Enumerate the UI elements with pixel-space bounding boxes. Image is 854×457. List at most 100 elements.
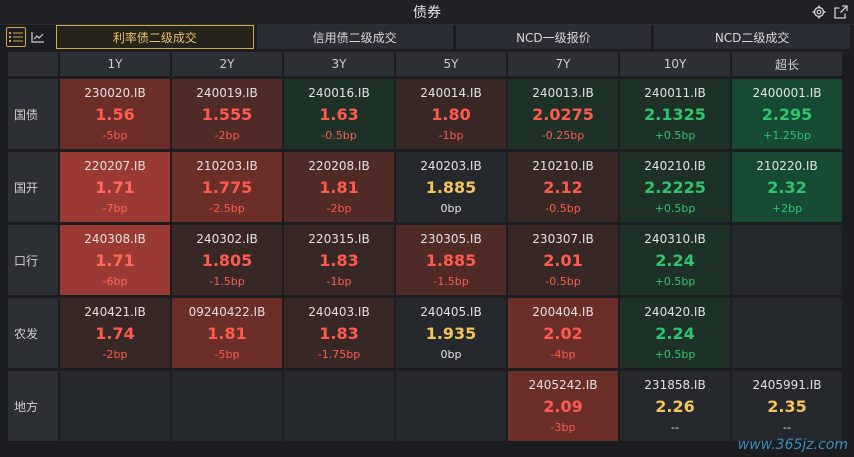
bond-change: -5bp xyxy=(214,348,240,361)
bond-cell[interactable]: 2405242.IB 2.09 -3bp xyxy=(508,371,618,441)
bond-yield: 1.80 xyxy=(431,105,471,124)
bond-yield: 2.32 xyxy=(767,178,807,197)
column-header[interactable]: 10Y xyxy=(620,52,730,76)
bond-cell[interactable]: 231858.IB 2.26 -- xyxy=(620,371,730,441)
bond-yield: 1.56 xyxy=(95,105,135,124)
bond-cell[interactable]: 230307.IB 2.01 -0.5bp xyxy=(508,225,618,295)
bond-cell[interactable]: 220208.IB 1.81 -2bp xyxy=(284,152,394,222)
bond-change: -1bp xyxy=(326,275,352,288)
bond-cell[interactable]: 240013.IB 2.0275 -0.25bp xyxy=(508,79,618,149)
column-header[interactable]: 1Y xyxy=(60,52,170,76)
bond-change: 0bp xyxy=(440,348,462,361)
bond-change: -0.5bp xyxy=(321,129,357,142)
column-header[interactable]: 3Y xyxy=(284,52,394,76)
bond-cell[interactable]: 230020.IB 1.56 -5bp xyxy=(60,79,170,149)
empty-cell xyxy=(732,298,842,368)
bond-yield: 1.74 xyxy=(95,324,135,343)
bond-cell[interactable]: 2405991.IB 2.35 -- xyxy=(732,371,842,441)
bond-cell[interactable]: 240019.IB 1.555 -2bp xyxy=(172,79,282,149)
empty-cell xyxy=(396,371,506,441)
bond-code: 240405.IB xyxy=(420,305,482,319)
column-header[interactable]: 超长 xyxy=(732,52,842,76)
bond-change: -- xyxy=(783,421,791,434)
bond-cell[interactable]: 220315.IB 1.83 -1bp xyxy=(284,225,394,295)
bond-yield: 1.63 xyxy=(319,105,359,124)
bond-code: 210210.IB xyxy=(532,159,594,173)
popout-icon[interactable] xyxy=(834,4,848,19)
bond-code: 210203.IB xyxy=(196,159,258,173)
row-header: 农发 xyxy=(8,298,58,368)
bond-code: 220315.IB xyxy=(308,232,370,246)
bond-cell[interactable]: 240405.IB 1.935 0bp xyxy=(396,298,506,368)
bond-yield: 1.83 xyxy=(319,324,359,343)
bond-yield: 2.24 xyxy=(655,324,695,343)
bond-yield: 2.12 xyxy=(543,178,583,197)
bond-code: 2405242.IB xyxy=(528,378,598,392)
bond-code: 220207.IB xyxy=(84,159,146,173)
bond-yield: 2.2225 xyxy=(644,178,706,197)
bond-cell[interactable]: 240302.IB 1.805 -1.5bp xyxy=(172,225,282,295)
bond-change: +0.5bp xyxy=(654,348,696,361)
bond-code: 230305.IB xyxy=(420,232,482,246)
bond-code: 2405991.IB xyxy=(752,378,822,392)
column-header[interactable]: 2Y xyxy=(172,52,282,76)
bond-cell[interactable]: 230305.IB 1.885 -1.5bp xyxy=(396,225,506,295)
bond-yield: 1.81 xyxy=(207,324,247,343)
bond-cell[interactable]: 240011.IB 2.1325 +0.5bp xyxy=(620,79,730,149)
tab-1[interactable]: 信用债二级成交 xyxy=(256,25,453,49)
row-header: 口行 xyxy=(8,225,58,295)
toolbar: 利率债二级成交 信用债二级成交 NCD一级报价 NCD二级成交 xyxy=(0,25,854,49)
bond-yield: 2.01 xyxy=(543,251,583,270)
bond-cell[interactable]: 240420.IB 2.24 +0.5bp xyxy=(620,298,730,368)
bond-cell[interactable]: 210210.IB 2.12 -0.5bp xyxy=(508,152,618,222)
bond-yield: 1.885 xyxy=(425,178,477,197)
bond-change: -0.5bp xyxy=(545,202,581,215)
bond-cell[interactable]: 240308.IB 1.71 -6bp xyxy=(60,225,170,295)
bond-cell[interactable]: 240310.IB 2.24 +0.5bp xyxy=(620,225,730,295)
bond-change: +0.5bp xyxy=(654,129,696,142)
bond-cell[interactable]: 240016.IB 1.63 -0.5bp xyxy=(284,79,394,149)
bond-code: 240210.IB xyxy=(644,159,706,173)
line-chart-icon xyxy=(31,32,44,43)
row-header: 国开 xyxy=(8,152,58,222)
bond-change: -1.5bp xyxy=(209,275,245,288)
bond-code: 240421.IB xyxy=(84,305,146,319)
bond-cell[interactable]: 09240422.IB 1.81 -5bp xyxy=(172,298,282,368)
bond-code: 240420.IB xyxy=(644,305,706,319)
bond-change: +0.5bp xyxy=(654,275,696,288)
column-header[interactable]: 5Y xyxy=(396,52,506,76)
gear-icon[interactable] xyxy=(812,4,826,19)
bond-change: -1bp xyxy=(438,129,464,142)
tab-0[interactable]: 利率债二级成交 xyxy=(56,25,254,49)
empty-cell xyxy=(732,225,842,295)
list-view-button[interactable] xyxy=(6,27,26,47)
bond-yield: 2.24 xyxy=(655,251,695,270)
bond-cell[interactable]: 240014.IB 1.80 -1bp xyxy=(396,79,506,149)
bond-cell[interactable]: 240210.IB 2.2225 +0.5bp xyxy=(620,152,730,222)
bond-cell[interactable]: 220207.IB 1.71 -7bp xyxy=(60,152,170,222)
chart-view-button[interactable] xyxy=(28,27,48,47)
tab-2[interactable]: NCD一级报价 xyxy=(455,25,652,49)
row-header: 地方 xyxy=(8,371,58,441)
bond-yield: 1.81 xyxy=(319,178,359,197)
bond-code: 240302.IB xyxy=(196,232,258,246)
bond-change: 0bp xyxy=(440,202,462,215)
bond-code: 09240422.IB xyxy=(188,305,266,319)
bond-cell[interactable]: 240403.IB 1.83 -1.75bp xyxy=(284,298,394,368)
bond-cell[interactable]: 210203.IB 1.775 -2.5bp xyxy=(172,152,282,222)
bond-code: 240014.IB xyxy=(420,86,482,100)
tab-3[interactable]: NCD二级成交 xyxy=(654,25,850,49)
bond-cell[interactable]: 240421.IB 1.74 -2bp xyxy=(60,298,170,368)
bond-yield: 2.1325 xyxy=(644,105,706,124)
bond-cell[interactable]: 240203.IB 1.885 0bp xyxy=(396,152,506,222)
empty-cell xyxy=(284,371,394,441)
bond-cell[interactable]: 200404.IB 2.02 -4bp xyxy=(508,298,618,368)
bond-cell[interactable]: 210220.IB 2.32 +2bp xyxy=(732,152,842,222)
tab-bar: 利率债二级成交 信用债二级成交 NCD一级报价 NCD二级成交 xyxy=(56,25,850,49)
bond-change: -2bp xyxy=(102,348,128,361)
bond-yield: 2.295 xyxy=(761,105,813,124)
bond-cell[interactable]: 2400001.IB 2.295 +1.25bp xyxy=(732,79,842,149)
column-header[interactable]: 7Y xyxy=(508,52,618,76)
bond-change: -1.75bp xyxy=(317,348,361,361)
row-header: 国债 xyxy=(8,79,58,149)
